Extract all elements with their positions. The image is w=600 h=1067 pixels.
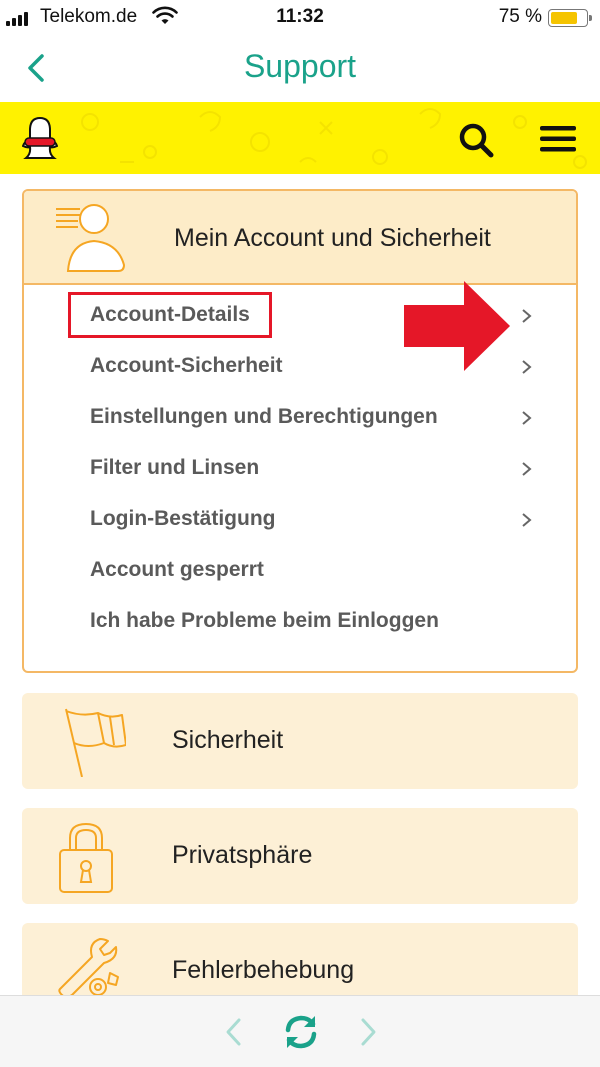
subcategory-settings-permissions[interactable]: Einstellungen und Berechtigungen: [24, 393, 576, 439]
subcategory-account-details[interactable]: Account-Details: [24, 281, 576, 371]
account-user-icon: [56, 204, 126, 272]
subcategory-label: Ich habe Probleme beim Einloggen: [90, 609, 439, 632]
forward-arrow-icon[interactable]: [356, 1016, 380, 1048]
subcategory-account-locked[interactable]: Account gesperrt: [24, 546, 576, 592]
category-account-security: Mein Account und Sicherheit Account-Deta…: [22, 189, 578, 673]
subcategory-label: Filter und Linsen: [90, 456, 260, 479]
bottom-toolbar: [0, 995, 600, 1067]
category-title: Fehlerbehebung: [172, 956, 355, 984]
category-title: Privatsphäre: [172, 841, 313, 869]
category-header-account-security[interactable]: Mein Account und Sicherheit: [24, 191, 576, 285]
chevron-right-icon: [522, 462, 532, 476]
flag-icon: [65, 708, 126, 777]
category-title: Sicherheit: [172, 726, 284, 754]
subcategory-label: Einstellungen und Berechtigungen: [90, 405, 438, 428]
subcategory-label: Account-Sicherheit: [90, 354, 283, 377]
hamburger-menu-icon[interactable]: [538, 124, 578, 154]
subcategory-account-security[interactable]: Account-Sicherheit: [24, 342, 576, 388]
subcategory-label: Account-Details: [90, 303, 250, 326]
subcategory-login-problems[interactable]: Ich habe Probleme beim Einloggen: [24, 597, 576, 643]
nav-bar: Support: [0, 36, 600, 100]
battery-icon: [548, 9, 592, 27]
subcategory-label: Login-Bestätigung: [90, 507, 276, 530]
header-pattern: [81, 108, 587, 169]
support-header: [0, 102, 600, 174]
chevron-right-icon: [522, 309, 532, 323]
subcategory-login-verification[interactable]: Login-Bestätigung: [24, 495, 576, 541]
search-icon[interactable]: [456, 120, 496, 160]
back-arrow-icon[interactable]: [222, 1016, 246, 1048]
battery-percent: 75 %: [498, 6, 542, 27]
category-safety[interactable]: Sicherheit: [22, 693, 578, 789]
subcategory-label: Account gesperrt: [90, 558, 264, 581]
lock-icon: [59, 822, 113, 893]
chevron-right-icon: [522, 360, 532, 374]
ghost-logo-icon: [22, 116, 58, 159]
subcategory-filters-lenses[interactable]: Filter und Linsen: [24, 444, 576, 490]
reload-icon[interactable]: [281, 1012, 321, 1052]
category-title: Mein Account und Sicherheit: [174, 224, 491, 252]
chevron-right-icon: [522, 411, 532, 425]
category-privacy[interactable]: Privatsphäre: [22, 808, 578, 904]
chevron-right-icon: [522, 513, 532, 527]
page-title: Support: [243, 48, 357, 84]
status-bar: Telekom.de 11:32 75 %: [0, 0, 600, 36]
